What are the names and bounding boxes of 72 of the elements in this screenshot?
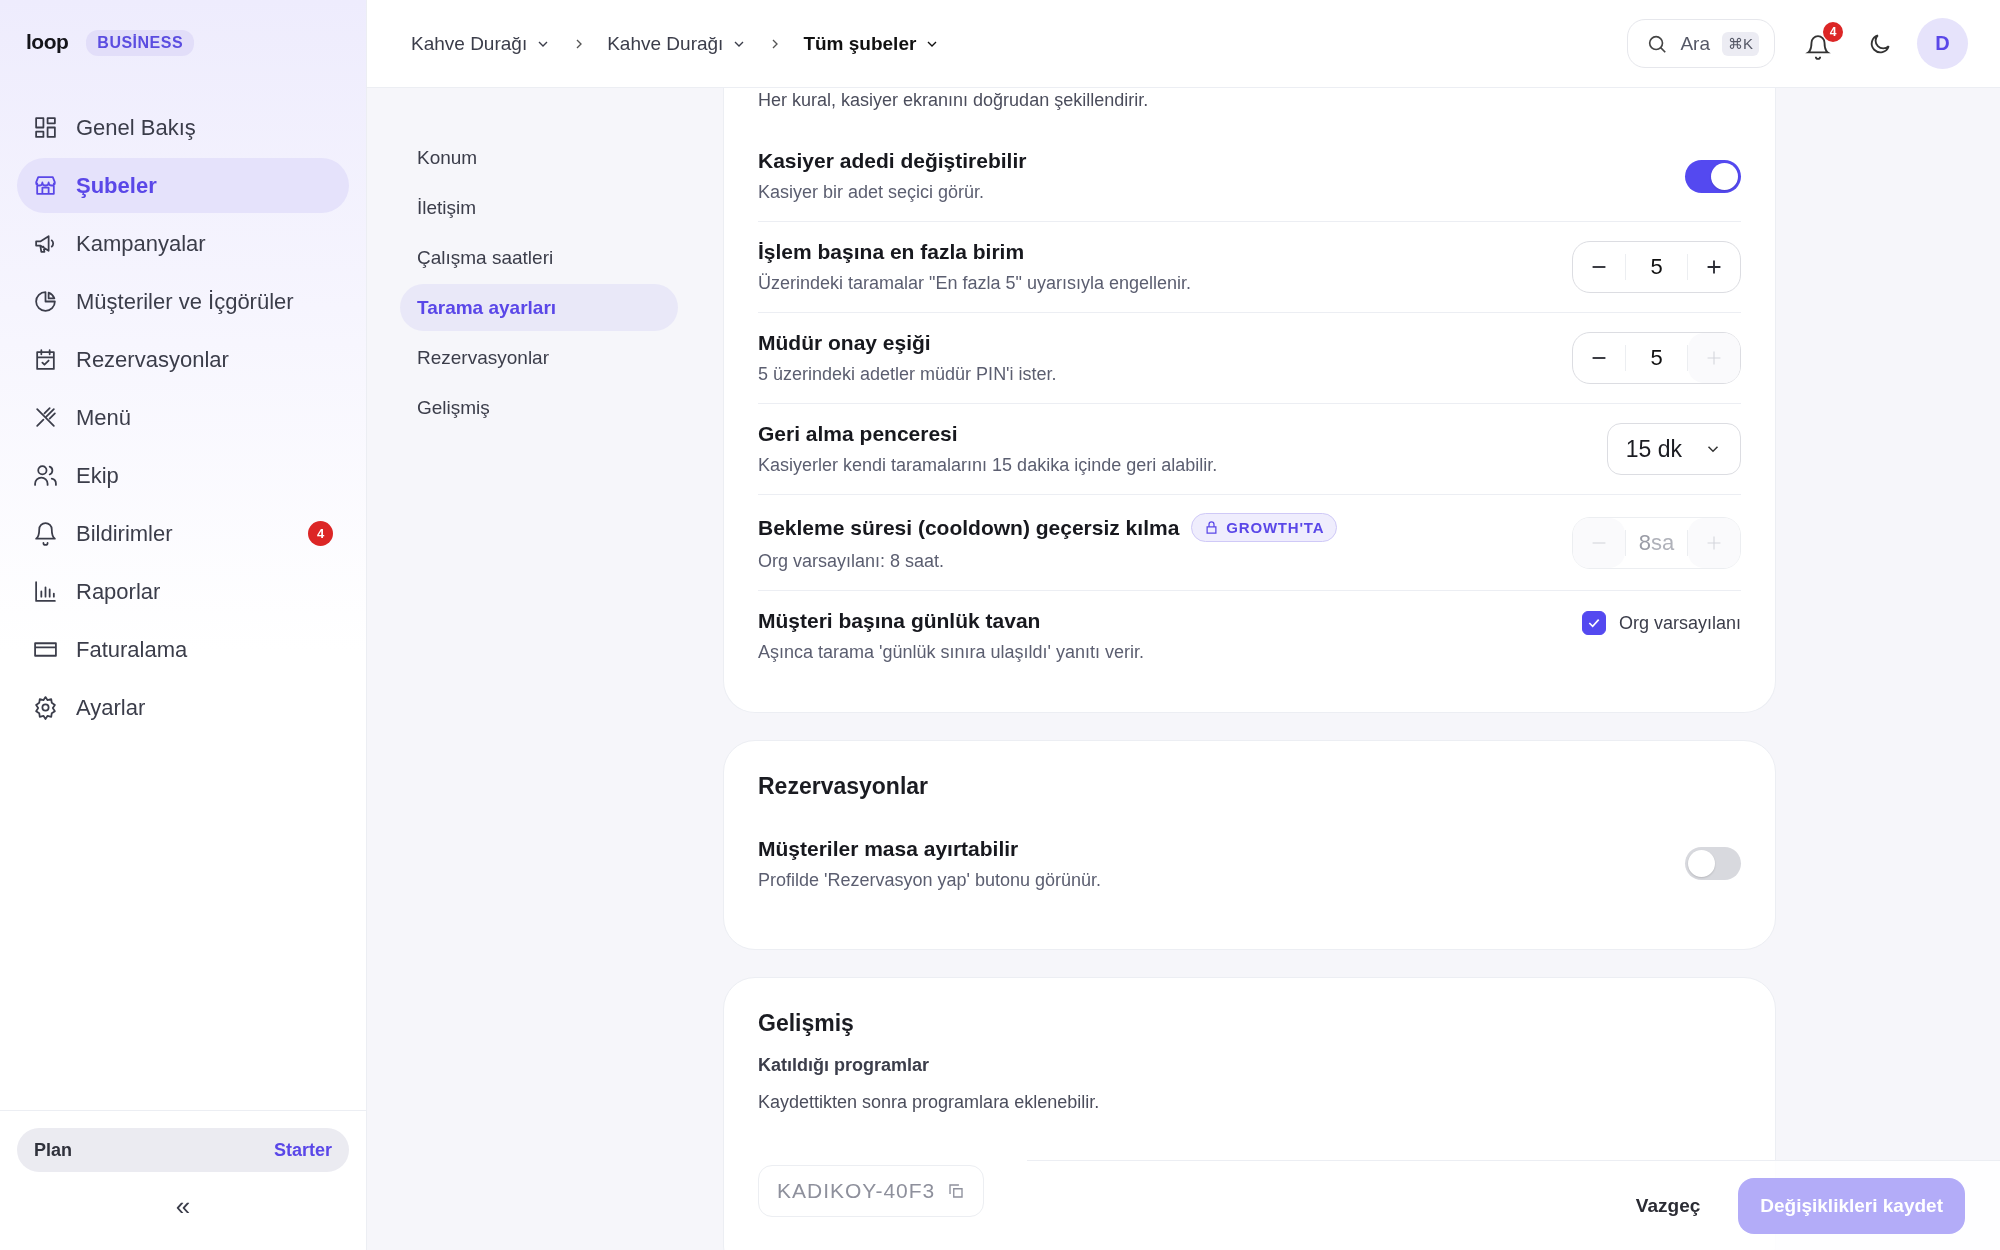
sidebar-item[interactable]: Menü bbox=[17, 390, 349, 445]
plan-name: Starter bbox=[273, 1139, 332, 1161]
setting-description: Üzerindeki taramalar "En fazla 5" uyarısıyla engellenir. bbox=[758, 273, 1191, 294]
sidebar-item[interactable]: Genel Bakış bbox=[17, 100, 349, 155]
setting-title: Kasiyer adedi değiştirebilir bbox=[758, 149, 1027, 173]
count-badge: 4 bbox=[1823, 21, 1843, 42]
setting-title: Müşteriler masa ayırtabilir bbox=[758, 836, 1019, 861]
logo: loop bbox=[26, 30, 69, 54]
section-link[interactable]: İletişim bbox=[400, 184, 678, 231]
copy-icon[interactable] bbox=[947, 1182, 966, 1200]
checkbox[interactable] bbox=[1581, 611, 1606, 635]
setting-description: Profilde 'Rezervasyon yap' butonu görünür. bbox=[758, 869, 1102, 891]
collapse-button[interactable]: « bbox=[169, 1190, 197, 1223]
grid-icon bbox=[33, 115, 58, 140]
setting-title: Geri alma penceresi bbox=[758, 422, 958, 446]
people-icon bbox=[33, 463, 58, 488]
section-link[interactable]: Tarama ayarları bbox=[400, 284, 678, 331]
setting-description: Kasiyerler kendi taramalarını 15 dakika içinde geri alabilir. bbox=[758, 455, 1218, 476]
sidebar-item[interactable]: Kampanyalar bbox=[17, 216, 349, 271]
toggle-switch[interactable] bbox=[1685, 847, 1741, 880]
breadcrumb-dropdown[interactable]: Tüm şubeler bbox=[803, 32, 941, 55]
sidebar-item[interactable]: Bildirimler 4 bbox=[17, 506, 349, 561]
setting-title: İşlem başına en fazla birim bbox=[758, 240, 1025, 264]
cancel-button[interactable]: Vazgeç bbox=[1629, 1193, 1707, 1218]
pie-chart-icon bbox=[33, 289, 58, 314]
user-avatar[interactable]: D bbox=[1917, 18, 1968, 69]
section-link[interactable]: Konum bbox=[400, 134, 678, 181]
setting-description: 5 üzerindeki adetler müdür PIN'i ister. bbox=[758, 364, 1057, 385]
sidebar-item[interactable]: Müşteriler ve İçgörüler bbox=[17, 274, 349, 329]
setting-title: Müdür onay eşiği bbox=[758, 331, 931, 355]
lock-icon bbox=[1204, 520, 1220, 535]
sidebar-item[interactable]: Ekip bbox=[17, 448, 349, 503]
search-field[interactable]: Ara ⌘K bbox=[1627, 19, 1775, 68]
setting-title: Bekleme süresi (cooldown) geçersiz kılma bbox=[758, 515, 1180, 540]
count-badge: 4 bbox=[308, 521, 333, 546]
duration-dropdown[interactable]: 15 dk bbox=[1606, 423, 1741, 475]
plan-badge: BUSİNESS bbox=[86, 30, 195, 56]
section-link[interactable]: Gelişmiş bbox=[400, 384, 678, 431]
sidebar-item[interactable]: Raporlar bbox=[17, 564, 349, 619]
section-link[interactable]: Rezervasyonlar bbox=[400, 334, 678, 381]
bell-icon bbox=[33, 521, 58, 546]
notifications-button[interactable]: 4 bbox=[1799, 21, 1843, 66]
setting-description: Org varsayılanı: 8 saat. bbox=[758, 551, 946, 572]
sidebar-item[interactable]: Şubeler bbox=[17, 158, 349, 213]
sidebar-item[interactable]: Faturalama bbox=[17, 622, 349, 677]
number-stepper[interactable]: 5 bbox=[1572, 332, 1741, 384]
subheading: Katıldığı programlar bbox=[758, 1055, 931, 1076]
card-title: Gelişmiş bbox=[758, 1010, 855, 1037]
setting-title: Müşteri başına günlük tavan bbox=[758, 609, 1041, 633]
setting-description: Aşınca tarama 'günlük sınıra ulaşıldı' yanıtı verir. bbox=[758, 642, 1145, 663]
breadcrumb-dropdown[interactable]: Kahve Durağı bbox=[607, 32, 748, 55]
section-link[interactable]: Çalışma saatleri bbox=[400, 234, 678, 281]
toggle-switch[interactable] bbox=[1685, 159, 1741, 193]
number-stepper[interactable]: 5 bbox=[1572, 241, 1741, 293]
shortcut-hint: ⌘K bbox=[1722, 31, 1759, 56]
plan-label: Plan bbox=[34, 1139, 72, 1161]
sidebar-item[interactable]: Ayarlar bbox=[17, 680, 349, 735]
bar-chart-icon bbox=[33, 579, 58, 604]
store-icon bbox=[33, 173, 58, 198]
bell-icon bbox=[1805, 33, 1831, 60]
breadcrumb-dropdown[interactable]: Kahve Durağı bbox=[411, 32, 552, 55]
calendar-icon bbox=[33, 347, 58, 372]
utensils-icon bbox=[33, 405, 58, 430]
hint-text: Kaydettikten sonra programlara eklenebilir. bbox=[758, 1092, 1101, 1113]
sidebar-item[interactable]: Rezervasyonlar bbox=[17, 332, 349, 387]
stepper-value: 5 bbox=[1625, 254, 1688, 280]
checkbox-label: Org varsayılanı bbox=[1618, 612, 1741, 634]
card-title: Rezervasyonlar bbox=[758, 773, 930, 800]
setting-description: Kasiyer bir adet seçici görür. bbox=[758, 182, 986, 203]
plan-tag: GROWTH'TA bbox=[1191, 513, 1338, 542]
settings-icon bbox=[33, 695, 58, 720]
card-description: Her kural, kasiyer ekranını doğrudan şekillendirir. bbox=[758, 89, 1150, 111]
